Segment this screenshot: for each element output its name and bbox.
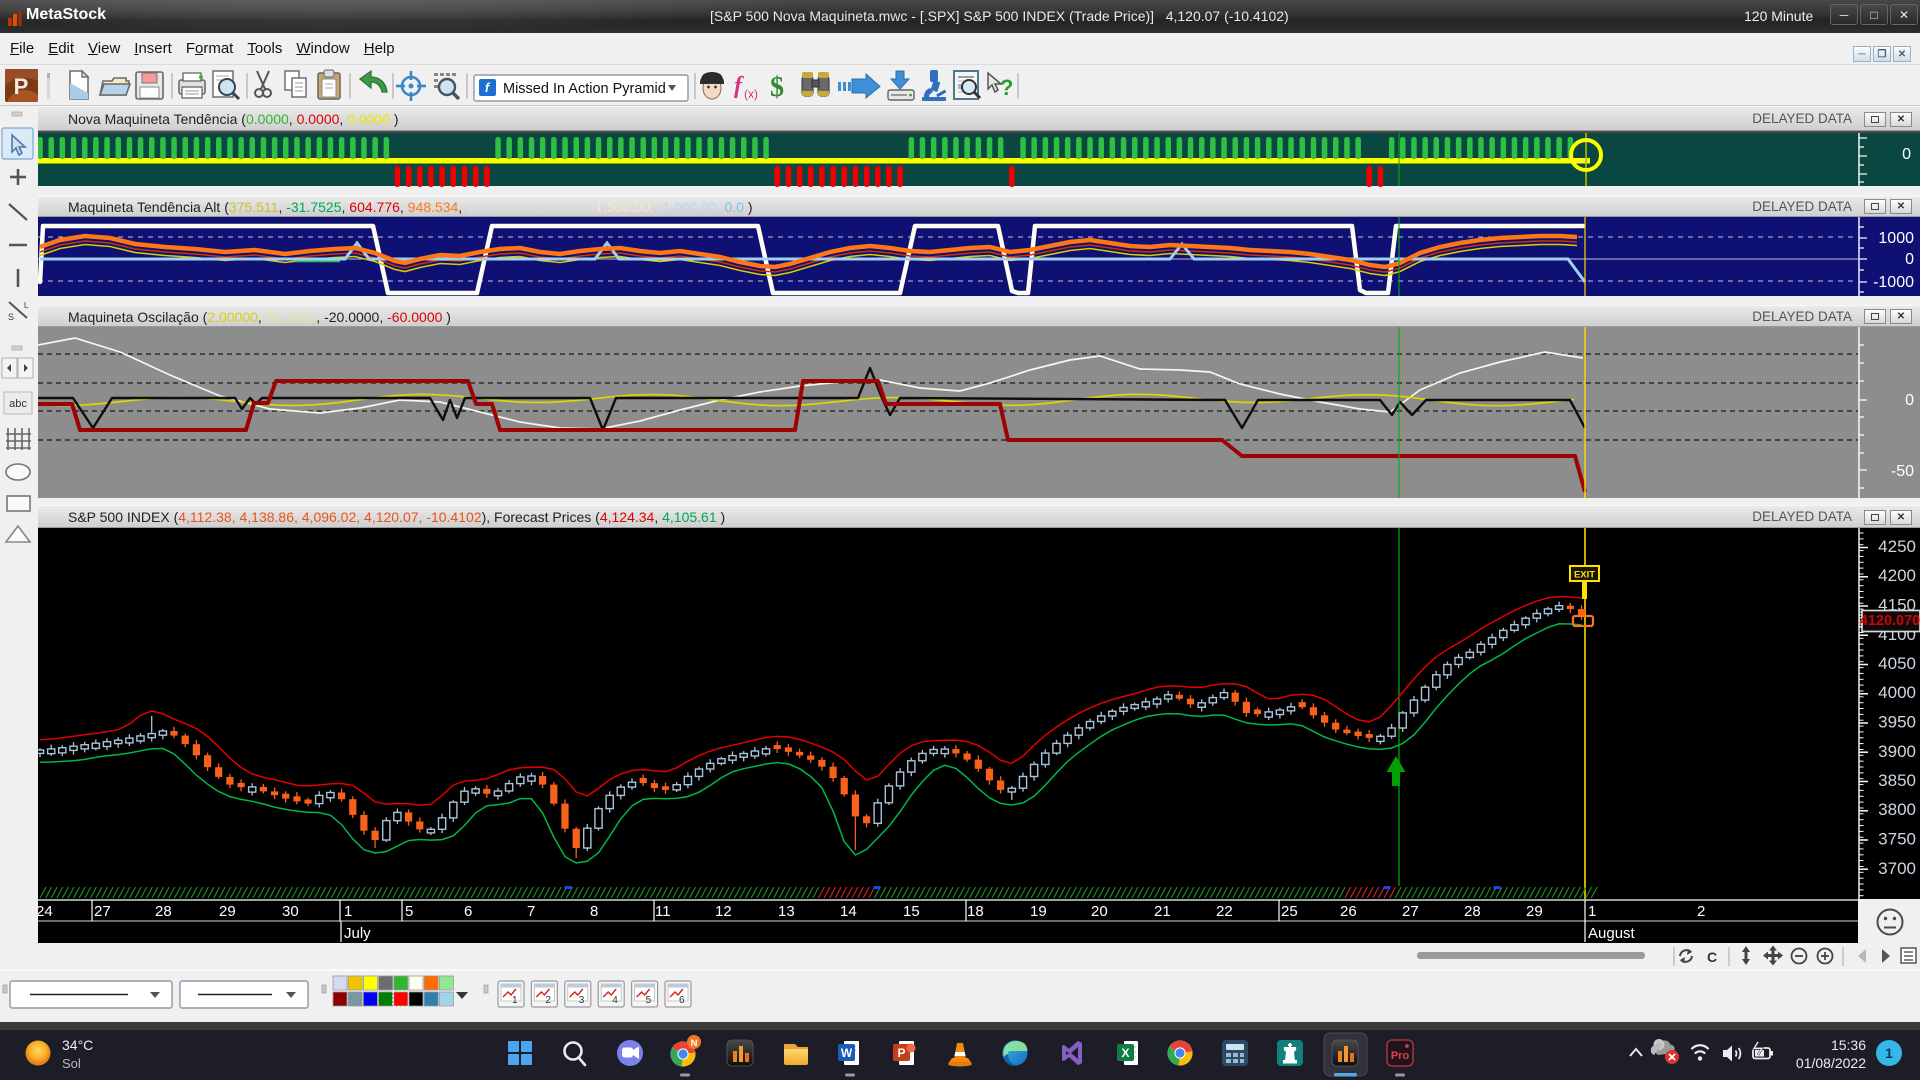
svg-text:1000: 1000 [1878,230,1914,247]
svg-text:3900: 3900 [1878,742,1916,761]
svg-text:26: 26 [1340,903,1357,920]
svg-text:1: 1 [1588,903,1596,920]
svg-text:P: P [897,1046,905,1060]
svg-text:3: 3 [579,995,585,1006]
svg-text:1: 1 [344,903,352,920]
svg-text:34°C: 34°C [62,1037,93,1053]
svg-text:4120.070: 4120.070 [1860,613,1920,629]
svg-text:28: 28 [1464,903,1481,920]
svg-text:X: X [1121,1046,1129,1060]
svg-text:29: 29 [219,903,236,920]
svg-text:Sol: Sol [62,1056,81,1071]
svg-text:July: July [344,925,371,942]
svg-text:2: 2 [545,995,551,1006]
svg-text:4200: 4200 [1878,566,1916,585]
svg-text:25: 25 [1281,903,1298,920]
svg-text:-50: -50 [1891,463,1914,480]
svg-text:21: 21 [1154,903,1171,920]
svg-text:1: 1 [512,995,518,1006]
svg-text:14: 14 [840,903,857,920]
svg-text:5: 5 [405,903,413,920]
svg-text:f: f [734,73,744,99]
svg-text:4250: 4250 [1878,537,1916,556]
svg-text:15:36: 15:36 [1831,1037,1866,1053]
svg-text:4050: 4050 [1878,654,1916,673]
svg-text:?: ? [1000,75,1013,100]
svg-text:Missed In Action Pyramid: Missed In Action Pyramid [503,81,666,97]
svg-text:S: S [8,312,14,322]
svg-text:4: 4 [612,995,618,1006]
svg-text:3850: 3850 [1878,771,1916,790]
svg-text:0: 0 [1905,392,1914,409]
svg-text:5: 5 [646,995,652,1006]
svg-text:W: W [841,1046,853,1060]
svg-text:20: 20 [1091,903,1108,920]
svg-text:6: 6 [679,995,685,1006]
svg-text:0: 0 [1905,251,1914,268]
svg-text:29: 29 [1526,903,1543,920]
svg-text:1: 1 [1885,1045,1893,1061]
svg-text:15: 15 [903,903,920,920]
svg-text:30: 30 [282,903,299,920]
svg-text:-1000: -1000 [1873,274,1914,291]
svg-text:0: 0 [1902,146,1911,163]
svg-text:18: 18 [967,903,984,920]
svg-text:13: 13 [778,903,795,920]
svg-text:6: 6 [464,903,472,920]
svg-text:01/08/2022: 01/08/2022 [1796,1055,1866,1071]
svg-text:19: 19 [1030,903,1047,920]
svg-text:L: L [24,301,29,310]
svg-text:11: 11 [655,903,671,920]
svg-text:27: 27 [1402,903,1419,920]
svg-text:Pro: Pro [1391,1050,1410,1062]
svg-text:3800: 3800 [1878,800,1916,819]
svg-text:(x): (x) [744,87,758,101]
svg-text:22: 22 [1216,903,1233,920]
svg-text:3750: 3750 [1878,830,1916,849]
svg-text:C: C [1707,949,1717,965]
svg-text:N: N [691,1038,698,1049]
svg-text:3700: 3700 [1878,859,1916,878]
svg-text:7: 7 [527,903,535,920]
svg-text:$: $ [770,72,784,103]
svg-text:abc: abc [9,398,27,410]
svg-text:2: 2 [1697,903,1705,920]
svg-text:27: 27 [94,903,111,920]
svg-text:24: 24 [38,903,53,920]
svg-text:EXIT: EXIT [1574,570,1595,581]
svg-text:8: 8 [590,903,598,920]
svg-text:August: August [1588,925,1636,942]
svg-text:12: 12 [715,903,732,920]
svg-text:28: 28 [155,903,172,920]
svg-text:4000: 4000 [1878,683,1916,702]
svg-text:3950: 3950 [1878,713,1916,732]
svg-text:P: P [14,74,29,99]
